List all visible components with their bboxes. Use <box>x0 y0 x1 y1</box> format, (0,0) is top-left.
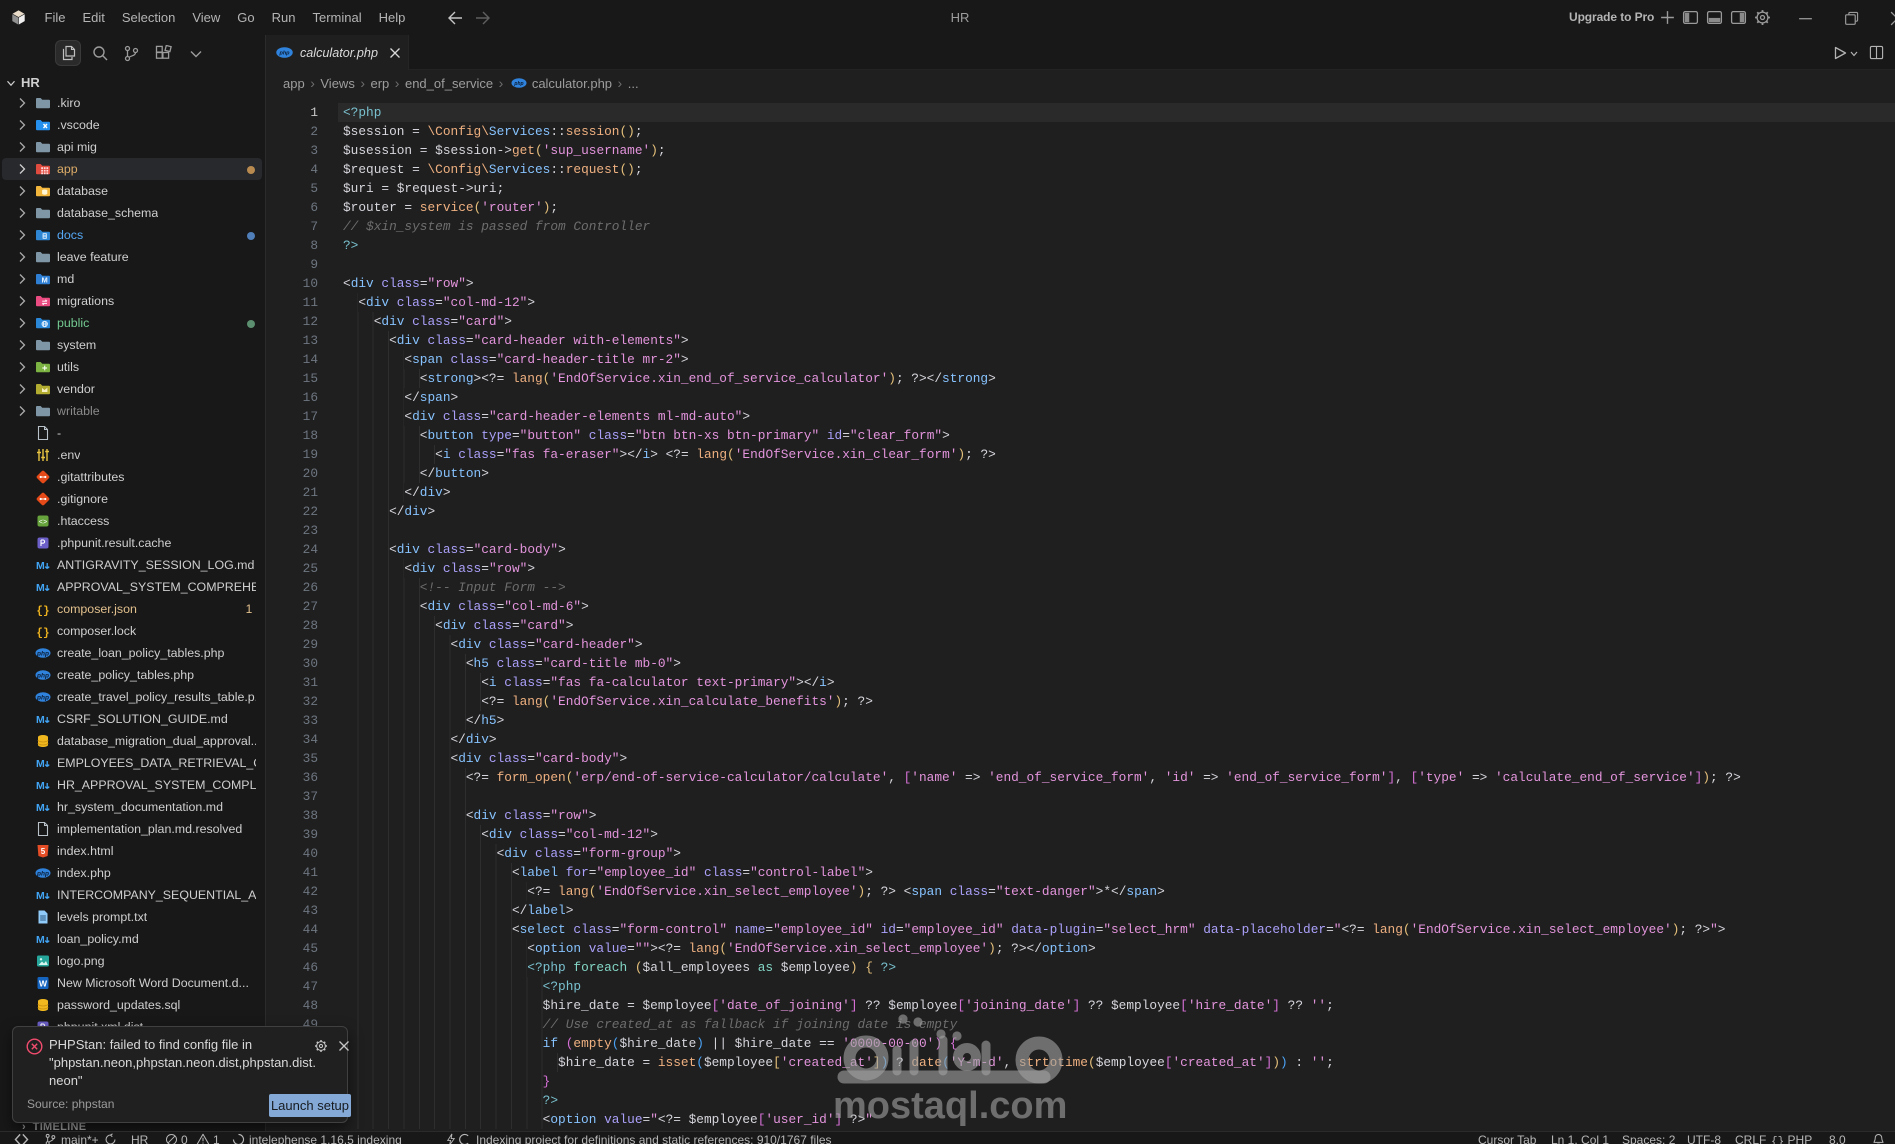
svg-text:M: M <box>36 802 45 814</box>
svg-text:M: M <box>36 714 45 726</box>
svg-text:5: 5 <box>41 847 46 856</box>
svg-text:M: M <box>36 560 45 572</box>
svg-text:<>: <> <box>39 519 47 527</box>
svg-text:{}: {} <box>36 628 49 640</box>
svg-text:php: php <box>36 694 49 701</box>
svg-text:php: php <box>36 650 49 657</box>
svg-text:M: M <box>36 780 45 792</box>
svg-text:M: M <box>36 890 45 902</box>
svg-text:M: M <box>41 276 47 285</box>
svg-text:M: M <box>36 758 45 770</box>
svg-text:W: W <box>39 979 48 989</box>
svg-text:php: php <box>36 672 49 679</box>
svg-text:php: php <box>36 870 49 877</box>
svg-text:M: M <box>36 934 45 946</box>
svg-text:{}: {} <box>36 606 49 618</box>
svg-text:M: M <box>36 582 45 594</box>
svg-text:php: php <box>278 51 290 57</box>
svg-text:php: php <box>513 81 523 87</box>
